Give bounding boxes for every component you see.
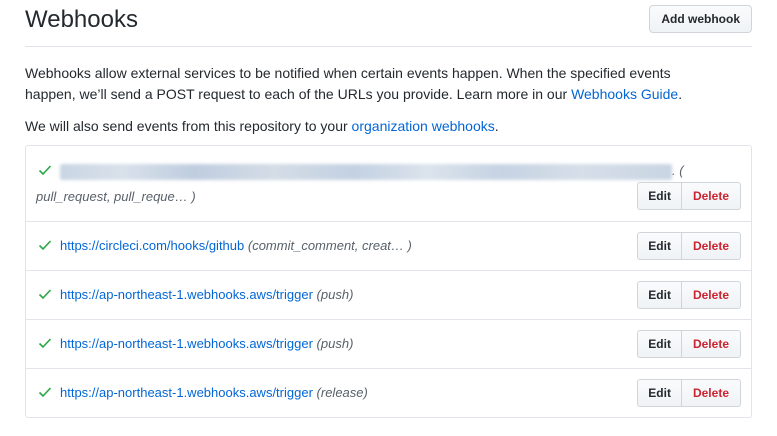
webhook-events: (push) (316, 336, 354, 351)
intro-period: . (678, 86, 683, 102)
webhook-url[interactable]: https://ap-northeast-1.webhooks.aws/trig… (60, 336, 313, 351)
row-actions: Edit Delete (637, 182, 741, 210)
intro-text: Webhooks allow external services to be n… (25, 63, 725, 137)
row-actions: Edit Delete (637, 379, 741, 407)
delete-button[interactable]: Delete (681, 330, 741, 358)
intro-paragraph-2: We will also send events from this repos… (25, 116, 725, 137)
webhook-entry: . ( (60, 162, 684, 180)
delete-button[interactable]: Delete (681, 232, 741, 260)
webhook-list: . ( pull_request, pull_reque… ) Edit Del… (25, 145, 752, 418)
check-icon (37, 286, 53, 302)
webhook-entry: https://ap-northeast-1.webhooks.aws/trig… (60, 286, 353, 304)
organization-webhooks-link[interactable]: organization webhooks (352, 118, 495, 134)
row-actions: Edit Delete (637, 330, 741, 358)
webhook-row: https://ap-northeast-1.webhooks.aws/trig… (26, 319, 751, 368)
webhooks-guide-link[interactable]: Webhooks Guide (571, 86, 678, 102)
page-header: Webhooks Add webhook (25, 0, 752, 47)
webhooks-page: Webhooks Add webhook Webhooks allow exte… (0, 0, 777, 436)
webhook-url[interactable]: https://circleci.com/hooks/github (60, 238, 244, 253)
webhook-events: (push) (316, 287, 354, 302)
check-icon (37, 162, 53, 178)
webhook-row: . ( pull_request, pull_reque… ) Edit Del… (26, 146, 751, 221)
check-icon (37, 335, 53, 351)
webhook-row: https://ap-northeast-1.webhooks.aws/trig… (26, 368, 751, 417)
check-icon (37, 237, 53, 253)
webhook-row: https://ap-northeast-1.webhooks.aws/trig… (26, 270, 751, 319)
row-actions: Edit Delete (637, 281, 741, 309)
row-actions: Edit Delete (637, 232, 741, 260)
webhook-events: (commit_comment, creat… ) (247, 238, 412, 253)
webhook-events-line: pull_request, pull_reque… ) (36, 188, 196, 206)
webhook-url[interactable]: https://ap-northeast-1.webhooks.aws/trig… (60, 385, 313, 400)
edit-button[interactable]: Edit (637, 232, 682, 260)
org-note: We will also send events from this repos… (25, 118, 352, 134)
webhook-entry: https://circleci.com/hooks/github (commi… (60, 237, 412, 255)
delete-button[interactable]: Delete (681, 182, 741, 210)
delete-button[interactable]: Delete (681, 281, 741, 309)
webhook-entry: https://ap-northeast-1.webhooks.aws/trig… (60, 384, 368, 402)
webhook-events: (release) (316, 385, 368, 400)
webhook-url[interactable]: https://ap-northeast-1.webhooks.aws/trig… (60, 287, 313, 302)
check-icon (37, 384, 53, 400)
webhook-events-open: . ( (672, 163, 684, 178)
delete-button[interactable]: Delete (681, 379, 741, 407)
edit-button[interactable]: Edit (637, 379, 682, 407)
add-webhook-button[interactable]: Add webhook (649, 5, 752, 33)
edit-button[interactable]: Edit (637, 182, 682, 210)
edit-button[interactable]: Edit (637, 330, 682, 358)
page-title: Webhooks (25, 6, 138, 33)
org-note-period: . (494, 118, 499, 134)
webhook-events: pull_request, pull_reque… ) (36, 189, 196, 204)
webhook-row: https://circleci.com/hooks/github (commi… (26, 221, 751, 270)
intro-paragraph-1: Webhooks allow external services to be n… (25, 63, 725, 105)
edit-button[interactable]: Edit (637, 281, 682, 309)
webhook-url-redacted[interactable] (60, 163, 672, 180)
webhook-entry: https://ap-northeast-1.webhooks.aws/trig… (60, 335, 353, 353)
